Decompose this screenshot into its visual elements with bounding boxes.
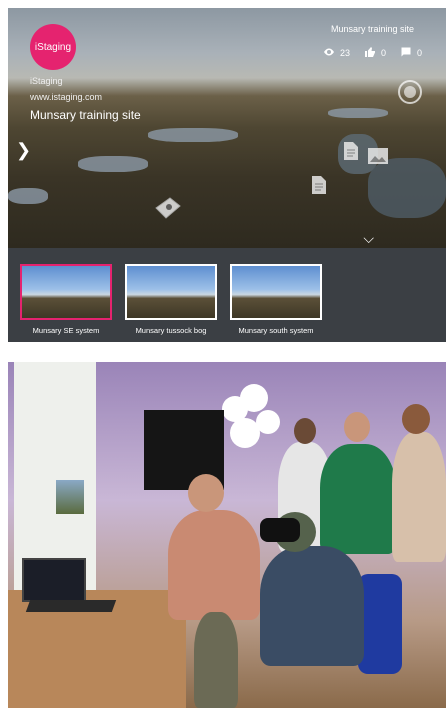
person: [260, 546, 364, 666]
person-head: [188, 474, 224, 512]
views-stat: 23: [323, 46, 350, 60]
vr-mode-icon[interactable]: [398, 80, 422, 104]
vr-headset: [260, 518, 300, 542]
eye-icon: [323, 46, 335, 60]
logo[interactable]: iStaging: [30, 24, 76, 70]
header-title: Munsary training site: [330, 24, 414, 34]
document-hotspot-icon[interactable]: [344, 142, 358, 160]
person-legs: [194, 612, 238, 708]
person-head: [294, 418, 316, 444]
event-photo: [8, 362, 446, 708]
logo-text: iStaging: [34, 41, 72, 53]
chevron-down-icon[interactable]: ⌵: [363, 230, 374, 247]
stats-bar: 23 0 0: [323, 46, 422, 60]
thumbs-up-icon[interactable]: [364, 46, 376, 60]
comment-icon[interactable]: [400, 46, 412, 60]
person: [168, 510, 260, 620]
likes-count: 0: [380, 48, 386, 58]
brand-name: iStaging: [30, 76, 63, 86]
scene-thumb[interactable]: Munsary SE system: [20, 264, 112, 335]
location-hotspot-icon[interactable]: [154, 196, 182, 220]
laptop-base: [25, 600, 117, 612]
scene-thumb-label: Munsary tussock bog: [135, 326, 207, 335]
poster-image: [56, 480, 84, 514]
person-head: [402, 404, 430, 434]
person: [320, 444, 396, 554]
image-hotspot-icon[interactable]: [368, 148, 388, 164]
laptop: [22, 558, 86, 602]
likes-stat[interactable]: 0: [364, 46, 386, 60]
comments-count: 0: [416, 48, 422, 58]
scene-thumb-image[interactable]: [125, 264, 217, 320]
person-head: [344, 412, 370, 442]
chevron-left-icon[interactable]: ❯: [16, 140, 31, 161]
scene-thumb-label: Munsary south system: [238, 326, 314, 335]
scene-thumbnails: Munsary SE system Munsary tussock bog Mu…: [20, 264, 322, 335]
site-title: Munsary training site: [30, 108, 141, 122]
document-hotspot-icon[interactable]: [312, 176, 326, 194]
balloon: [240, 384, 268, 412]
views-count: 23: [339, 48, 350, 58]
panorama-view[interactable]: iStaging iStaging www.istaging.com Munsa…: [8, 8, 446, 248]
person: [392, 432, 446, 562]
office-chair: [358, 574, 402, 674]
scene-thumb-image[interactable]: [20, 264, 112, 320]
virtual-tour-viewer[interactable]: iStaging iStaging www.istaging.com Munsa…: [8, 8, 446, 342]
scene-thumb-image[interactable]: [230, 264, 322, 320]
scene-thumb[interactable]: Munsary tussock bog: [125, 264, 217, 335]
scene-thumb[interactable]: Munsary south system: [230, 264, 322, 335]
brand-url[interactable]: www.istaging.com: [30, 92, 102, 102]
comments-stat[interactable]: 0: [400, 46, 422, 60]
scene-thumb-label: Munsary SE system: [32, 326, 100, 335]
balloon: [256, 410, 280, 434]
